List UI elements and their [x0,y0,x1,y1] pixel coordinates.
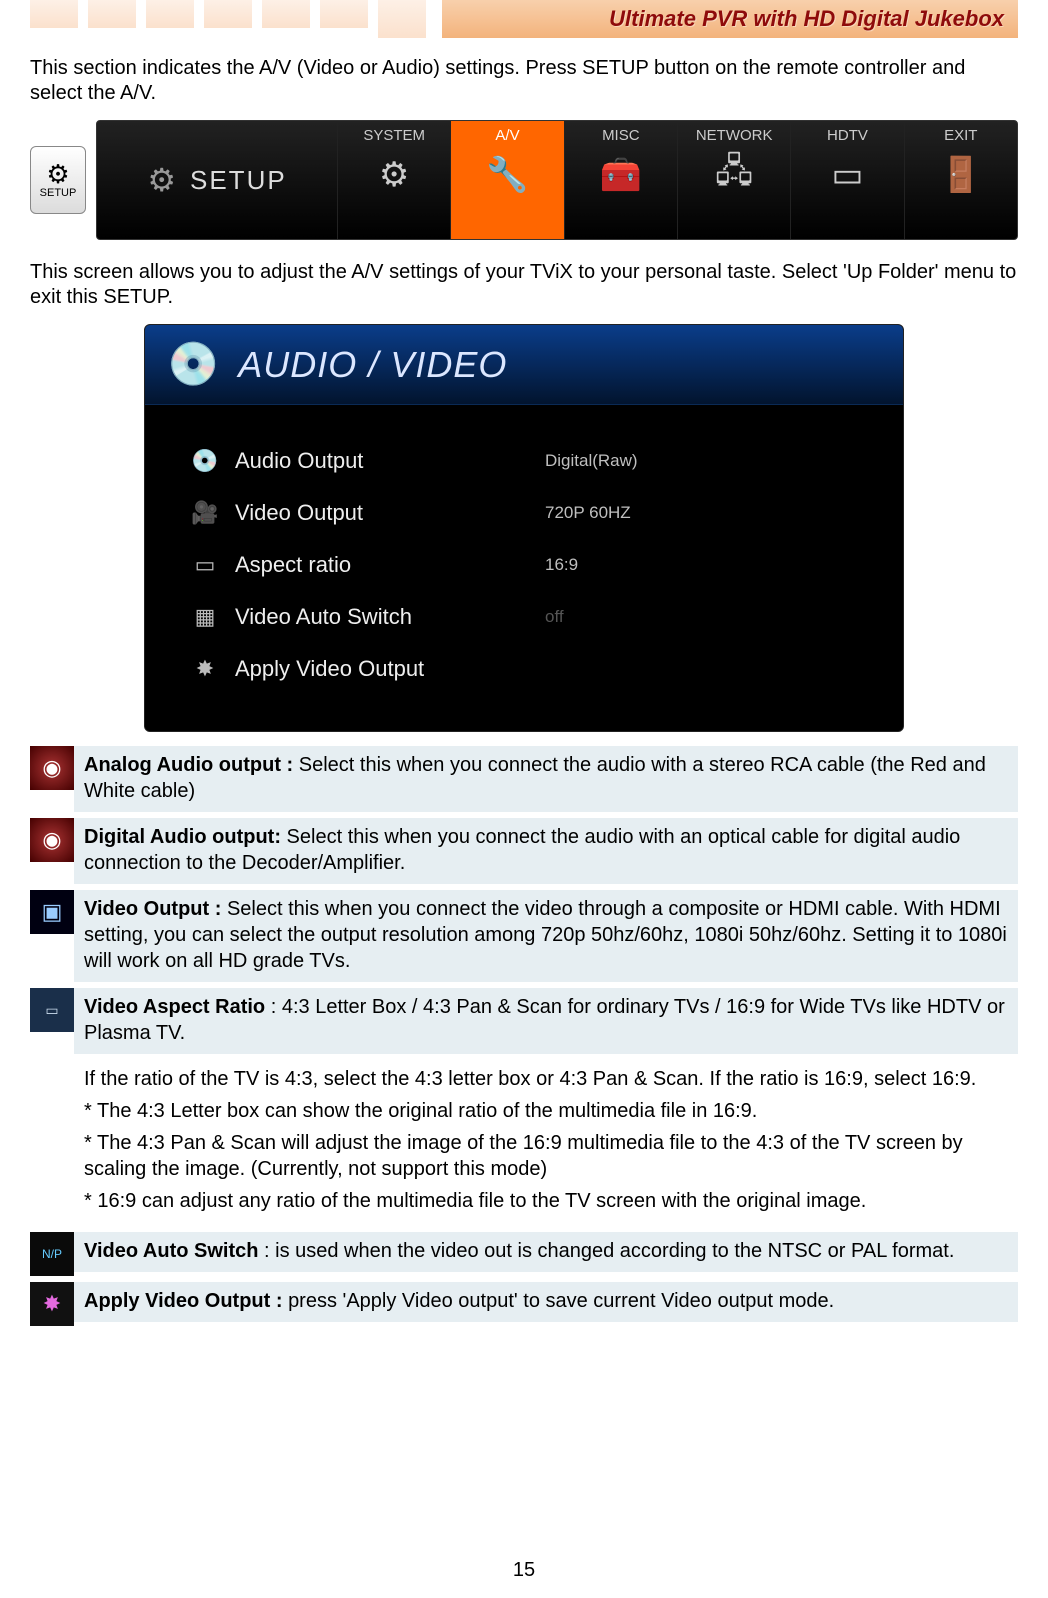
info-body: Video Output : Select this when you conn… [74,890,1018,982]
av-panel-title: AUDIO / VIDEO [238,344,507,386]
info-title: Analog Audio output : [84,754,299,776]
setup-remote-button[interactable]: ⚙ SETUP [30,146,86,214]
av-row-value: Digital(Raw) [525,451,873,471]
av-row-value: off [525,607,873,627]
av-row-video-output[interactable]: 🎥 Video Output 720P 60HZ [185,487,873,539]
disc-icon: ◉ [30,746,74,790]
info-aspect-ratio: ▭ Video Aspect Ratio : 4:3 Letter Box / … [30,988,1018,1054]
menu-item-exit[interactable]: EXIT 🚪 [904,121,1017,239]
header-tab [88,0,136,28]
disc-icon: 💿 [185,448,225,474]
star-icon: ✸ [30,1282,74,1326]
network-icon: 🖧 [704,150,764,200]
menu-item-label: HDTV [827,127,868,144]
toolbox-icon: 🧰 [591,150,651,200]
header-tabs [30,0,436,38]
star-icon: ✸ [185,656,225,682]
info-video-auto-switch: N/P Video Auto Switch : is used when the… [30,1232,1018,1276]
ntsc-pal-icon: N/P [30,1232,74,1276]
av-row-aspect-ratio[interactable]: ▭ Aspect ratio 16:9 [185,539,873,591]
camera-icon: 🎥 [185,500,225,526]
header-tab [378,0,426,38]
av-row-label: Aspect ratio [225,552,525,578]
info-extra-line: * 16:9 can adjust any ratio of the multi… [84,1188,1008,1214]
info-video-output: ▣ Video Output : Select this when you co… [30,890,1018,982]
info-title: Video Aspect Ratio [84,996,271,1018]
gear-icon: ⚙ [46,161,69,187]
gear-icon: ⚙ [364,150,424,200]
header-tab [146,0,194,28]
menu-item-label: MISC [602,127,640,144]
av-panel: 💿 AUDIO / VIDEO 💿 Audio Output Digital(R… [144,324,904,732]
page-header: Ultimate PVR with HD Digital Jukebox [30,0,1018,38]
info-title: Apply Video Output : [84,1290,288,1312]
av-row-label: Apply Video Output [225,656,525,682]
av-row-label: Video Output [225,500,525,526]
setup-menu-label-area: ⚙ SETUP [97,121,337,239]
menu-item-hdtv[interactable]: HDTV ▭ [790,121,903,239]
av-row-value: 720P 60HZ [525,503,873,523]
disc-icon: ◉ [30,818,74,862]
setup-menu-label: SETUP [190,165,287,196]
header-title-bar: Ultimate PVR with HD Digital Jukebox [442,0,1018,38]
setup-row: ⚙ SETUP ⚙ SETUP SYSTEM ⚙ A/V 🔧 MISC 🧰 NE… [30,120,1018,240]
menu-item-label: SYSTEM [363,127,425,144]
info-apply-video-output: ✸ Apply Video Output : press 'Apply Vide… [30,1282,1018,1326]
header-tab [320,0,368,28]
disc-icon: 💿 [167,340,220,389]
header-tab [204,0,252,28]
monitor-icon: ▣ [30,890,74,934]
wrench-icon: 🔧 [477,150,537,200]
door-icon: 🚪 [931,150,991,200]
av-row-value: 16:9 [525,555,873,575]
ratio-icon: ▭ [185,552,225,578]
setup-menu-items: SYSTEM ⚙ A/V 🔧 MISC 🧰 NETWORK 🖧 HDTV ▭ E… [337,121,1017,239]
menu-item-network[interactable]: NETWORK 🖧 [677,121,790,239]
info-digital-audio: ◉ Digital Audio output: Select this when… [30,818,1018,884]
info-extra-line: If the ratio of the TV is 4:3, select th… [84,1066,1008,1092]
info-title: Video Auto Switch [84,1240,264,1262]
intro2-text: This screen allows you to adjust the A/V… [30,260,1018,310]
switch-icon: ▦ [185,604,225,630]
info-text: press 'Apply Video output' to save curre… [288,1290,834,1312]
setup-button-label: SETUP [40,187,77,199]
info-body: Analog Audio output : Select this when y… [74,746,1018,812]
info-body: Apply Video Output : press 'Apply Video … [74,1282,1018,1322]
info-extra-line: * The 4:3 Letter box can show the origin… [84,1098,1008,1124]
menu-item-label: EXIT [944,127,977,144]
info-analog-audio: ◉ Analog Audio output : Select this when… [30,746,1018,812]
menu-item-label: NETWORK [696,127,773,144]
info-body: Video Auto Switch : is used when the vid… [74,1232,1018,1272]
ratio-icon: ▭ [30,988,74,1032]
av-row-apply-video-output[interactable]: ✸ Apply Video Output [185,643,873,695]
header-title: Ultimate PVR with HD Digital Jukebox [609,6,1004,32]
gear-icon: ⚙ [147,161,178,199]
info-title: Digital Audio output: [84,826,287,848]
menu-item-label: A/V [495,127,519,144]
info-extra-line: * The 4:3 Pan & Scan will adjust the ima… [84,1130,1008,1182]
page-number: 15 [0,1559,1048,1582]
info-text: : is used when the video out is changed … [264,1240,954,1262]
header-tab [262,0,310,28]
av-row-label: Audio Output [225,448,525,474]
intro-text: This section indicates the A/V (Video or… [30,56,1018,106]
info-body: Digital Audio output: Select this when y… [74,818,1018,884]
info-body: Video Aspect Ratio : 4:3 Letter Box / 4:… [74,988,1018,1054]
av-row-video-auto-switch[interactable]: ▦ Video Auto Switch off [185,591,873,643]
setup-menu: ⚙ SETUP SYSTEM ⚙ A/V 🔧 MISC 🧰 NETWORK 🖧 … [96,120,1018,240]
av-row-audio-output[interactable]: 💿 Audio Output Digital(Raw) [185,435,873,487]
menu-item-misc[interactable]: MISC 🧰 [564,121,677,239]
menu-item-av[interactable]: A/V 🔧 [450,121,563,239]
av-panel-header: 💿 AUDIO / VIDEO [145,325,903,405]
info-aspect-ratio-extra: If the ratio of the TV is 4:3, select th… [74,1054,1018,1226]
info-title: Video Output : [84,898,227,920]
tv-icon: ▭ [817,150,877,200]
av-panel-body: 💿 Audio Output Digital(Raw) 🎥 Video Outp… [145,405,903,731]
header-tab [30,0,78,28]
menu-item-system[interactable]: SYSTEM ⚙ [337,121,450,239]
av-row-label: Video Auto Switch [225,604,525,630]
